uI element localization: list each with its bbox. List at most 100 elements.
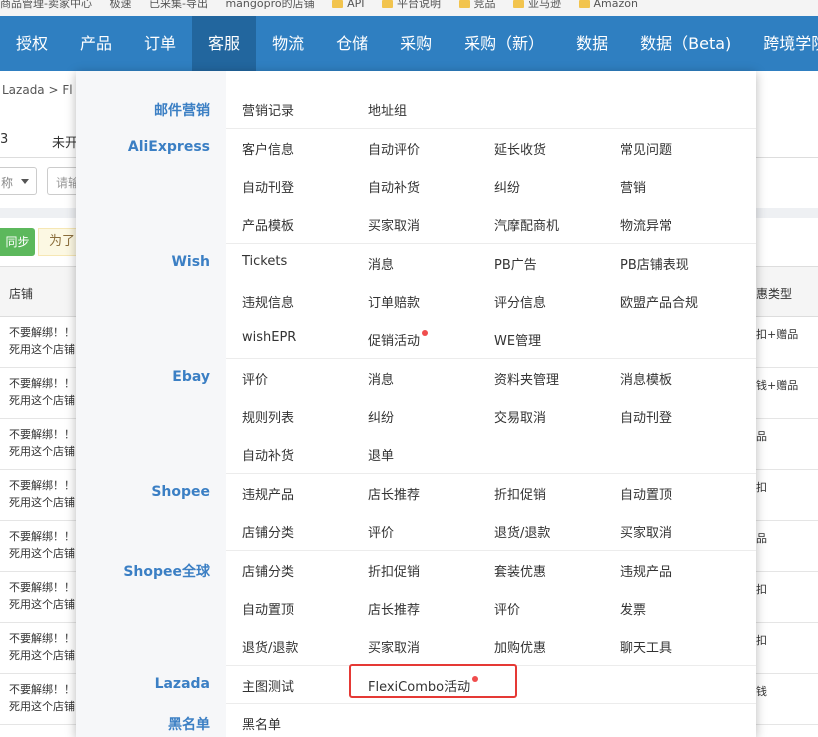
menu-item-label: 订单赔款 — [368, 296, 421, 311]
menu-item[interactable]: 退单 — [368, 445, 394, 464]
filter-select[interactable]: 称 — [0, 167, 37, 195]
nav-auth[interactable]: 授权 — [0, 16, 64, 71]
tab-not-started[interactable]: 未开 — [52, 132, 78, 151]
menu-item-label: 黑名单 — [242, 718, 282, 733]
nav-purchase-new[interactable]: 采购（新） — [448, 16, 560, 71]
menu-item[interactable]: 店铺分类 — [242, 561, 294, 580]
menu-item-label: 自动置顶 — [620, 488, 673, 503]
nav-logistics[interactable]: 物流 — [256, 16, 320, 71]
menu-item[interactable]: 订单赔款 — [368, 292, 420, 311]
menu-item[interactable]: PB店铺表现 — [620, 254, 689, 273]
bookmark[interactable]: 竞品 — [458, 0, 496, 9]
menu-item[interactable]: 评价 — [242, 369, 268, 388]
menu-item[interactable]: 纠纷 — [368, 407, 394, 426]
nav-customer-service[interactable]: 客服 — [192, 16, 257, 71]
menu-item[interactable]: 买家取消 — [368, 637, 420, 656]
type-cell: 品 — [756, 532, 767, 545]
menu-item[interactable]: 买家取消 — [620, 522, 672, 541]
menu-item[interactable]: 资料夹管理 — [494, 369, 559, 388]
menu-item[interactable]: WE管理 — [494, 330, 541, 349]
menu-item[interactable]: 消息 — [368, 254, 394, 273]
bookmark[interactable]: 极速 — [109, 0, 131, 9]
menu-item[interactable]: 交易取消 — [494, 407, 546, 426]
bookmark[interactable]: mangopro的店铺 — [225, 0, 314, 9]
menu-item[interactable]: 买家取消 — [368, 215, 420, 234]
menu-item[interactable]: 消息模板 — [620, 369, 672, 388]
shop-cell: 不要解绑！！ 死用这个店铺 — [9, 630, 79, 664]
bookmark[interactable]: Amazon — [578, 0, 638, 9]
menu-item[interactable]: 评分信息 — [494, 292, 546, 311]
menu-item[interactable]: 物流异常 — [620, 215, 672, 234]
menu-item[interactable]: 自动置顶 — [242, 599, 294, 618]
tab-count[interactable]: 3 — [0, 132, 8, 147]
menu-item[interactable]: 自动补货 — [242, 445, 294, 464]
shop-note: 死用这个店铺 — [9, 547, 75, 560]
menu-item[interactable]: 违规产品 — [242, 484, 294, 503]
menu-item[interactable]: 套装优惠 — [494, 561, 546, 580]
menu-item[interactable]: 延长收货 — [494, 139, 546, 158]
menu-item[interactable]: 自动置顶 — [620, 484, 672, 503]
menu-item[interactable]: 常见问题 — [620, 139, 672, 158]
menu-item-label: 营销 — [620, 181, 647, 196]
nav-warehouse[interactable]: 仓储 — [320, 16, 384, 71]
menu-item[interactable]: 客户信息 — [242, 139, 294, 158]
bookmarks-bar: 商品管理-卖家中心 极速 已采集-导出 mangopro的店铺 API 平台说明… — [0, 0, 818, 16]
menu-item-label: 资料夹管理 — [494, 373, 560, 388]
menu-item[interactable]: 加购优惠 — [494, 637, 546, 656]
menu-item[interactable]: wishEPR — [242, 330, 296, 345]
sync-button[interactable]: 同步 — [0, 228, 35, 256]
nav-purchase[interactable]: 采购 — [384, 16, 448, 71]
shop-note: 死用这个店铺 — [9, 394, 75, 407]
menu-item-label: 产品模板 — [242, 219, 295, 234]
menu-item[interactable]: 促销活动 — [368, 330, 429, 349]
menu-item[interactable]: 发票 — [620, 599, 646, 618]
bookmark[interactable]: 已采集-导出 — [149, 0, 208, 9]
shop-cell: 不要解绑！！ 死用这个店铺 — [9, 579, 79, 613]
menu-item[interactable]: 折扣促销 — [494, 484, 546, 503]
bookmark[interactable]: 亚马逊 — [513, 0, 561, 9]
menu-item[interactable]: 店铺分类 — [242, 522, 294, 541]
menu-item[interactable]: 退货/退款 — [494, 522, 550, 541]
menu-item[interactable]: 违规产品 — [620, 561, 672, 580]
menu-item[interactable]: 评价 — [368, 522, 394, 541]
menu-item[interactable]: 退货/退款 — [242, 637, 298, 656]
menu-item[interactable]: 聊天工具 — [620, 637, 672, 656]
menu-item[interactable]: 店长推荐 — [368, 484, 420, 503]
menu-item[interactable]: 营销记录 — [242, 100, 294, 119]
bookmark[interactable]: 平台说明 — [382, 0, 441, 9]
menu-item[interactable]: 欧盟产品合规 — [620, 292, 698, 311]
menu-item[interactable]: PB广告 — [494, 254, 537, 273]
menu-item-label: 聊天工具 — [620, 641, 673, 656]
menu-item-label: 欧盟产品合规 — [620, 296, 699, 311]
menu-item[interactable]: 消息 — [368, 369, 394, 388]
menu-item[interactable]: 违规信息 — [242, 292, 294, 311]
menu-item[interactable]: 主图测试 — [242, 676, 294, 695]
nav-data-beta[interactable]: 数据（Beta) — [624, 16, 747, 71]
menu-item-label: 店长推荐 — [368, 488, 421, 503]
nav-product[interactable]: 产品 — [64, 16, 128, 71]
type-cell: 扣 — [756, 583, 767, 596]
menu-item[interactable]: 折扣促销 — [368, 561, 420, 580]
menu-item[interactable]: 店长推荐 — [368, 599, 420, 618]
bookmark[interactable]: API — [332, 0, 365, 9]
menu-item[interactable]: 自动补货 — [368, 177, 420, 196]
menu-item[interactable]: 规则列表 — [242, 407, 294, 426]
nav-academy[interactable]: 跨境学院 — [747, 16, 818, 71]
menu-item[interactable]: 自动刊登 — [242, 177, 294, 196]
menu-item[interactable]: 汽摩配商机 — [494, 215, 559, 234]
menu-item-label: 自动置顶 — [242, 603, 295, 618]
menu-item[interactable]: Tickets — [242, 254, 287, 269]
shop-note: 死用这个店铺 — [9, 343, 75, 356]
menu-item[interactable]: 营销 — [620, 177, 646, 196]
menu-item[interactable]: 评价 — [494, 599, 520, 618]
menu-item[interactable]: 自动评价 — [368, 139, 420, 158]
menu-item[interactable]: 纠纷 — [494, 177, 520, 196]
menu-item[interactable]: 地址组 — [368, 100, 407, 119]
nav-data[interactable]: 数据 — [560, 16, 624, 71]
menu-item[interactable]: 自动刊登 — [620, 407, 672, 426]
nav-order[interactable]: 订单 — [128, 16, 192, 71]
menu-item[interactable]: 黑名单 — [242, 714, 281, 733]
menu-item-label: 买家取消 — [368, 641, 421, 656]
bookmark[interactable]: 商品管理-卖家中心 — [0, 0, 92, 9]
menu-item[interactable]: 产品模板 — [242, 215, 294, 234]
